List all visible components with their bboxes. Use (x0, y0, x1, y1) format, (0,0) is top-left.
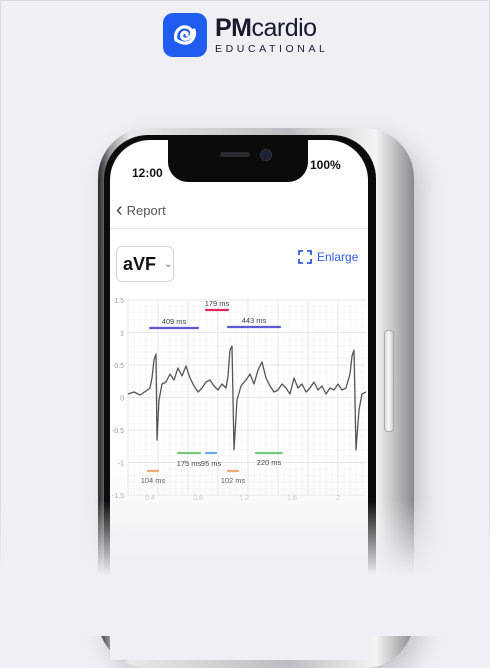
enlarge-button[interactable]: Enlarge (298, 250, 358, 264)
status-time: 12:00 (132, 166, 163, 180)
nav-divider (110, 228, 368, 229)
brand-logo: PMcardio EDUCATIONAL (163, 13, 329, 57)
enlarge-label: Enlarge (317, 250, 359, 264)
y-tick-label: 0.5 (114, 363, 124, 370)
expand-corners-icon (298, 250, 312, 264)
interval-label: 409 ms (162, 317, 187, 326)
lead-select[interactable]: aVF ⌄ (116, 246, 174, 282)
y-tick-label: 1.5 (114, 298, 124, 305)
speaker-icon (220, 152, 250, 157)
y-tick-label: 1 (120, 331, 124, 338)
brand-name: PMcardio (215, 14, 317, 42)
brand-subtitle: EDUCATIONAL (215, 43, 329, 55)
back-button[interactable]: ‹ Report (116, 199, 166, 221)
y-tick-label: 0 (120, 396, 124, 403)
side-button (384, 330, 394, 432)
y-tick-label: -0.5 (112, 428, 124, 435)
lead-value: aVF (123, 253, 157, 274)
back-label: Report (126, 202, 166, 218)
pmcardio-logo-icon (163, 13, 207, 57)
chevron-left-icon: ‹ (116, 199, 123, 221)
ecg-trace (127, 345, 367, 451)
notch (168, 140, 308, 182)
status-battery: 100% (310, 158, 341, 172)
interval-label: 179 ms (205, 299, 230, 308)
page-fade (0, 500, 490, 636)
interval-label: 443 ms (242, 316, 267, 325)
camera-icon (260, 149, 272, 161)
chevron-down-icon: ⌄ (164, 258, 173, 270)
